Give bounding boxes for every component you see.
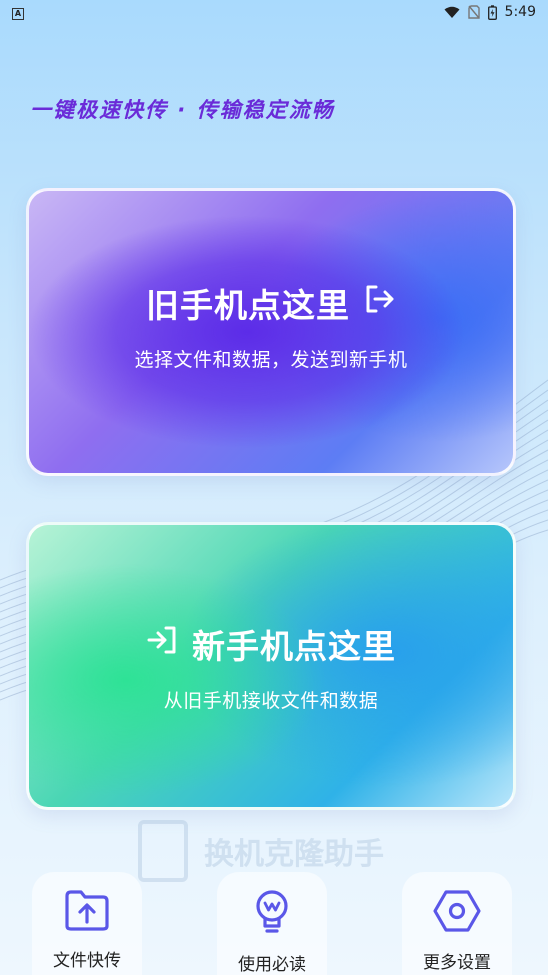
status-time: 5:49 bbox=[504, 4, 536, 20]
lightbulb-icon bbox=[250, 888, 294, 940]
notification-a-icon: A bbox=[12, 7, 24, 20]
more-settings-button[interactable]: 更多设置 bbox=[402, 872, 512, 975]
old-phone-title: 旧手机点这里 bbox=[146, 285, 350, 325]
status-left: A bbox=[12, 4, 24, 20]
watermark-phone-icon bbox=[138, 820, 188, 882]
usage-guide-label: 使用必读 bbox=[238, 955, 306, 975]
file-transfer-button[interactable]: 文件快传 bbox=[32, 872, 142, 975]
old-phone-title-row: 旧手机点这里 bbox=[146, 279, 396, 327]
folder-upload-icon bbox=[63, 888, 111, 936]
file-transfer-label: 文件快传 bbox=[53, 951, 121, 971]
no-sim-icon bbox=[467, 5, 480, 19]
status-bar: A 5:49 bbox=[0, 0, 548, 24]
status-right: 5:49 bbox=[444, 4, 536, 20]
old-phone-card[interactable]: 旧手机点这里 选择文件和数据，发送到新手机 bbox=[26, 188, 516, 476]
export-arrow-icon bbox=[364, 283, 396, 322]
more-settings-label: 更多设置 bbox=[423, 953, 491, 973]
wifi-icon bbox=[444, 6, 460, 19]
hexagon-settings-icon bbox=[432, 888, 482, 938]
battery-icon bbox=[487, 4, 497, 20]
new-phone-title: 新手机点这里 bbox=[192, 626, 396, 666]
import-arrow-icon bbox=[146, 624, 178, 663]
usage-guide-button[interactable]: 使用必读 bbox=[217, 872, 327, 975]
new-phone-subtitle: 从旧手机接收文件和数据 bbox=[163, 689, 379, 712]
watermark-text: 换机克隆助手 bbox=[204, 837, 384, 872]
new-phone-card[interactable]: 新手机点这里 从旧手机接收文件和数据 bbox=[26, 522, 516, 810]
old-phone-subtitle: 选择文件和数据，发送到新手机 bbox=[134, 348, 408, 371]
slogan: 一键极速快传 · 传输稳定流畅 bbox=[30, 98, 335, 122]
new-phone-title-row: 新手机点这里 bbox=[146, 620, 396, 668]
